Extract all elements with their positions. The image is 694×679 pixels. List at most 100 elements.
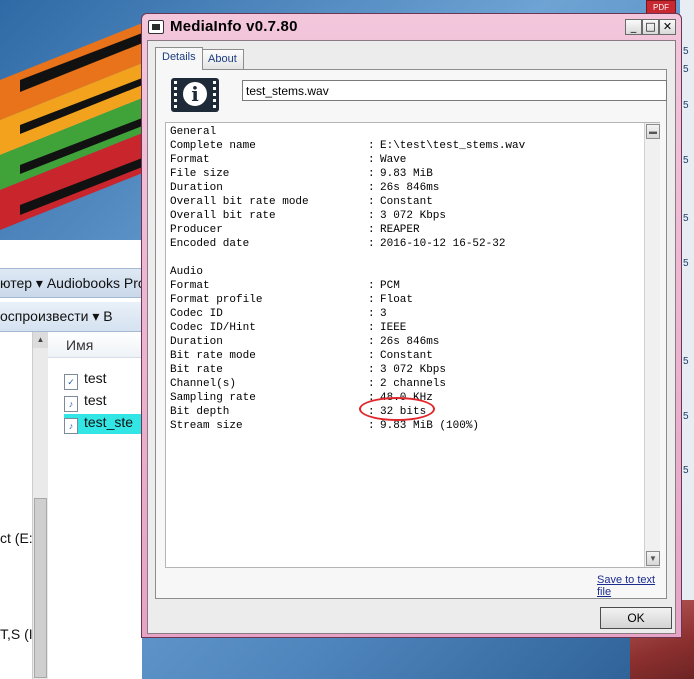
info-value: PCM xyxy=(380,280,400,292)
info-value: 9.83 MiB (100%) xyxy=(380,420,480,432)
scroll-thumb[interactable] xyxy=(34,498,47,678)
info-separator: : xyxy=(368,378,375,390)
file-item-selected[interactable]: ♪ test_ste xyxy=(64,414,144,434)
scroll-up-icon[interactable]: ▬ xyxy=(646,124,660,139)
section-heading-audio: Audio xyxy=(170,266,204,278)
maximize-button[interactable]: □ xyxy=(642,19,659,35)
info-key: Stream size xyxy=(170,420,243,432)
explorer-nav-pane: ct (E: T,S (I ▲ xyxy=(0,332,48,679)
info-separator: : xyxy=(368,196,375,208)
info-key: Bit depth xyxy=(170,406,230,418)
info-row: Format profile: Float xyxy=(170,293,640,307)
info-value: Wave xyxy=(380,154,407,166)
info-row: Codec ID/Hint: IEEE xyxy=(170,321,640,335)
info-row: Encoded date:2016-10-12 16-52-32 xyxy=(170,237,640,251)
info-separator: : xyxy=(368,336,375,348)
info-key: Overall bit rate xyxy=(170,210,276,222)
info-key: Channel(s) xyxy=(170,378,237,390)
info-value: 3 xyxy=(380,308,387,320)
info-separator: : xyxy=(368,364,375,376)
info-value: 9.83 MiB xyxy=(380,168,433,180)
app-icon xyxy=(148,20,164,34)
audio-file-icon: ♪ xyxy=(64,396,78,412)
edge-text: 5 xyxy=(683,100,689,111)
info-value: Constant xyxy=(380,350,433,362)
info-key: Overall bit rate mode xyxy=(170,196,309,208)
info-key: Format profile xyxy=(170,294,263,306)
edge-text: 5 xyxy=(683,465,689,476)
minimize-button[interactable]: _ xyxy=(625,19,642,35)
info-separator: : xyxy=(368,350,375,362)
info-row: Overall bit rate mode: Constant xyxy=(170,195,640,209)
info-value: Float xyxy=(380,294,414,306)
nav-scrollbar[interactable]: ▲ xyxy=(32,332,48,679)
info-row: Overall bit rate:3 072 Kbps xyxy=(170,209,640,223)
info-separator: : xyxy=(368,182,375,194)
file-item[interactable]: ✓ test xyxy=(64,370,144,390)
ok-button[interactable]: OK xyxy=(600,607,672,629)
info-separator: : xyxy=(368,140,375,152)
info-row: Complete name: E:\test\test_stems.wav xyxy=(170,139,640,153)
save-to-text-file-link[interactable]: Save to text file xyxy=(597,574,666,598)
file-item[interactable]: ♪ test xyxy=(64,392,144,412)
edge-text: 5 xyxy=(683,356,689,367)
info-row: File size:9.83 MiB xyxy=(170,167,640,181)
info-icon: i xyxy=(171,78,219,112)
file-name: test xyxy=(84,370,107,386)
tab-details[interactable]: Details xyxy=(155,47,203,70)
file-name: test xyxy=(84,392,107,408)
file-name-field[interactable]: test_stems.wav xyxy=(242,80,667,101)
info-key: Duration xyxy=(170,182,223,194)
explorer-toolbar[interactable]: оспроизвести ▾ B xyxy=(0,302,142,332)
info-row: Duration:26s 846ms xyxy=(170,181,640,195)
explorer-address-bar[interactable]: ютер ▾ Audiobooks Pro xyxy=(0,268,142,298)
info-separator: : xyxy=(368,294,375,306)
edge-text: 5 xyxy=(683,46,689,57)
info-row: Format: PCM xyxy=(170,279,640,293)
info-key: Format xyxy=(170,154,210,166)
media-info-text[interactable]: General Complete name: E:\test\test_stems… xyxy=(165,122,660,568)
info-value: Constant xyxy=(380,196,433,208)
info-row: Duration:26s 846ms xyxy=(170,335,640,349)
info-key: Duration xyxy=(170,336,223,348)
title-bar[interactable]: MediaInfo v0.7.80 _ □ ✕ xyxy=(142,14,681,40)
background-window-edge: 5 5 5 5 5 5 5 5 5 xyxy=(680,0,694,679)
info-separator: : xyxy=(368,308,375,320)
info-row: Bit rate mode: Constant xyxy=(170,349,640,363)
edge-text: 5 xyxy=(683,64,689,75)
info-bubble-icon: i xyxy=(181,80,209,108)
info-value: 3 072 Kbps xyxy=(380,364,447,376)
edge-text: 5 xyxy=(683,213,689,224)
column-header-name[interactable]: Имя xyxy=(48,332,142,358)
info-value: 2016-10-12 16-52-32 xyxy=(380,238,506,250)
nav-item-drive[interactable]: T,S (I xyxy=(0,626,33,642)
scroll-up-icon[interactable]: ▲ xyxy=(33,332,48,348)
info-key: Bit rate mode xyxy=(170,350,256,362)
info-key: Codec ID/Hint xyxy=(170,322,256,334)
info-key: Format xyxy=(170,280,210,292)
tab-about[interactable]: About xyxy=(201,49,244,69)
close-button[interactable]: ✕ xyxy=(659,19,676,35)
info-row: Codec ID:3 xyxy=(170,307,640,321)
info-row: Bit rate:3 072 Kbps xyxy=(170,363,640,377)
info-value: REAPER xyxy=(380,224,420,236)
film-strip-icon xyxy=(174,81,177,109)
info-row: Stream size:9.83 MiB (100%) xyxy=(170,419,640,433)
info-value: E:\test\test_stems.wav xyxy=(380,140,526,152)
mediainfo-window: MediaInfo v0.7.80 _ □ ✕ Details About i … xyxy=(141,13,682,638)
info-separator: : xyxy=(368,420,375,432)
highlight-circle xyxy=(359,397,435,421)
info-separator: : xyxy=(368,238,375,250)
info-key: Complete name xyxy=(170,140,256,152)
info-value: IEEE xyxy=(380,322,407,334)
scroll-down-icon[interactable]: ▼ xyxy=(646,551,660,566)
section-heading-general: General xyxy=(170,126,217,138)
info-row: Format: Wave xyxy=(170,153,640,167)
text-scrollbar[interactable]: ▬ ▼ xyxy=(644,123,660,567)
info-text-content: General Complete name: E:\test\test_stems… xyxy=(170,125,640,433)
info-separator: : xyxy=(368,210,375,222)
audio-file-icon: ✓ xyxy=(64,374,78,390)
nav-item-drive[interactable]: ct (E: xyxy=(0,530,33,546)
info-separator: : xyxy=(368,154,375,166)
